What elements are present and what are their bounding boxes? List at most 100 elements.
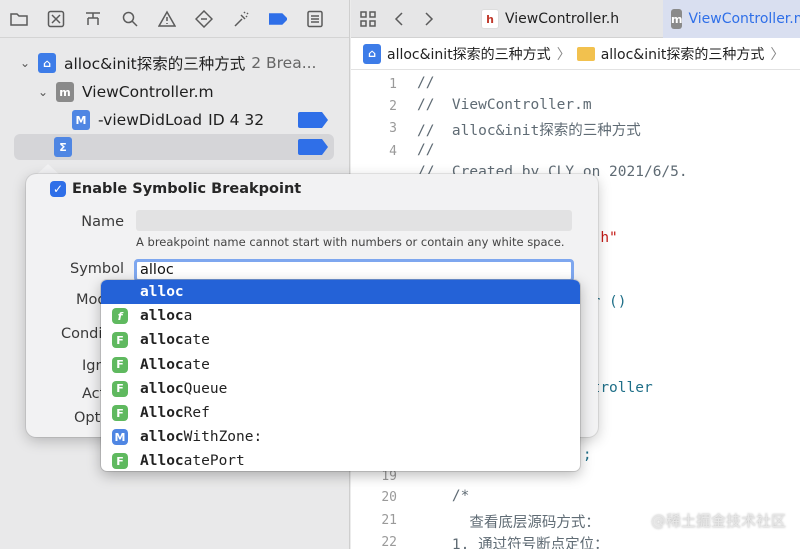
line-number: 22 <box>381 535 397 549</box>
project-row[interactable]: ⌄ ⌂ alloc&init探索的三种方式 2 Brea... <box>0 50 350 76</box>
symbol-label: Symbol <box>69 261 124 277</box>
completion-match-text: alloc <box>140 380 184 397</box>
completion-rest-text: Ref <box>183 405 210 422</box>
search-icon[interactable] <box>119 8 141 30</box>
navigator-toolbar <box>0 0 349 38</box>
line-number: 3 <box>389 121 397 136</box>
completion-rest-text: WithZone: <box>183 429 263 446</box>
code-line: 4 // <box>351 141 800 164</box>
tab-viewcontroller-m[interactable]: m ViewController.m <box>663 0 800 38</box>
watermark: @稀土掘金技术社区 <box>650 512 786 530</box>
completion-rest-text: atePort <box>183 453 245 470</box>
completion-match-text: alloc <box>140 308 184 325</box>
completion-match-text: Alloc <box>140 405 184 422</box>
project-label: alloc&init探索的三种方式 <box>64 55 246 73</box>
completion-match-text: alloc <box>140 284 184 301</box>
completion-rest-text: ate <box>183 332 210 349</box>
symbolic-breakpoint-row[interactable]: Σ <box>0 134 350 160</box>
name-field[interactable] <box>136 210 572 231</box>
function-badge-icon <box>112 284 128 300</box>
completion-match-text: alloc <box>140 429 184 446</box>
method-badge-icon: M <box>112 429 128 446</box>
file-row[interactable]: ⌄ m ViewController.m <box>0 79 350 105</box>
function-badge-icon: F <box>112 332 128 349</box>
warning-icon[interactable] <box>156 8 178 30</box>
sigma-icon: Σ <box>54 137 72 157</box>
line-number: 19 <box>381 469 397 484</box>
code-text: /* <box>417 488 470 504</box>
line-number: 20 <box>381 490 397 505</box>
breadcrumb-item[interactable]: alloc&init探索的三种方式 <box>601 44 765 64</box>
line-number: 1 <box>389 77 397 92</box>
breakpoint-label: -viewDidLoad <box>98 111 203 129</box>
breakpoint-flag-icon[interactable] <box>298 139 328 155</box>
tab-label: ViewController.m <box>688 11 800 27</box>
name-hint: A breakpoint name cannot start with numb… <box>136 235 565 249</box>
tab-viewcontroller-h[interactable]: h ViewController.h <box>481 0 661 38</box>
completion-item[interactable]: f alloc a <box>101 304 580 328</box>
completion-item[interactable]: F Alloc atePort <box>101 449 580 471</box>
completion-match-text: Alloc <box>140 453 184 470</box>
function-badge-icon: f <box>112 308 128 325</box>
chevron-down-icon[interactable]: ⌄ <box>18 56 32 70</box>
line-number: 4 <box>389 144 397 159</box>
test-diamond-icon[interactable] <box>193 8 215 30</box>
function-badge-icon: F <box>112 405 128 422</box>
back-arrow-icon[interactable] <box>389 8 411 30</box>
options-label: Opti <box>74 410 105 426</box>
chevron-down-icon[interactable]: ⌄ <box>36 85 50 99</box>
code-text: 查看底层源码方式： <box>417 515 600 531</box>
function-badge-icon: F <box>112 380 128 397</box>
chevron-right-icon: 〉 <box>556 46 571 63</box>
objc-file-icon: m <box>671 9 683 29</box>
folder-icon[interactable] <box>8 8 30 30</box>
line-number: 21 <box>381 513 397 528</box>
function-badge-icon: F <box>112 356 128 373</box>
hierarchy-icon[interactable] <box>82 8 104 30</box>
completion-match-text: alloc <box>140 332 184 349</box>
project-icon: ⌂ <box>38 53 56 73</box>
forward-arrow-icon[interactable] <box>417 8 439 30</box>
report-icon[interactable] <box>304 8 326 30</box>
breakpoint-location: ID 4 32 <box>208 111 265 129</box>
completion-item[interactable]: Falloc ate <box>101 328 580 352</box>
enable-label: Enable Symbolic Breakpoint <box>72 181 302 197</box>
code-text: // <box>417 142 435 158</box>
completion-item[interactable]: alloc <box>101 280 580 305</box>
objc-file-icon: m <box>56 82 74 102</box>
breakpoint-flag-icon[interactable] <box>298 112 328 128</box>
chevron-right-icon: 〉 <box>770 46 785 63</box>
completion-match-text: Alloc <box>140 356 184 373</box>
code-line: 3 // alloc&init探索的三种方式 <box>351 118 800 141</box>
code-text: // alloc&init探索的三种方式 <box>417 123 641 139</box>
project-icon: ⌂ <box>363 43 381 64</box>
symbol-input[interactable]: alloc <box>134 259 574 282</box>
breakpoint-count: 2 Brea... <box>251 54 317 72</box>
file-label: ViewController.m <box>82 83 214 101</box>
breakpoint-row[interactable]: M -viewDidLoad ID 4 32 <box>0 107 350 133</box>
function-badge-icon: F <box>112 453 128 470</box>
breadcrumb-item[interactable]: alloc&init探索的三种方式 <box>387 44 551 64</box>
code-text: // <box>417 75 435 91</box>
name-label: Name <box>81 214 124 230</box>
method-icon: M <box>72 110 90 130</box>
enable-breakpoint-row[interactable]: ✓ Enable Symbolic Breakpoint <box>50 181 301 197</box>
symbol-completion-list: alloc f alloc a Falloc ate F Alloc ate Falloc Queu… <box>101 280 580 471</box>
completion-rest-text: a <box>183 308 193 325</box>
code-line: 22 1. 通过符号断点定位： <box>351 532 800 549</box>
completion-item[interactable]: Falloc Queue <box>101 377 580 401</box>
code-text: // ViewController.m <box>417 97 592 113</box>
breadcrumb: ⌂ alloc&init探索的三种方式 〉 alloc&init探索的三种方式 … <box>351 38 800 70</box>
completion-item[interactable]: F Alloc ate <box>101 353 580 377</box>
debug-spray-icon[interactable] <box>230 8 252 30</box>
completion-item[interactable]: F Alloc Ref <box>101 401 580 425</box>
enable-checkbox[interactable]: ✓ <box>50 181 66 197</box>
breakpoint-icon[interactable] <box>267 8 289 30</box>
grid-icon[interactable] <box>357 8 379 30</box>
source-control-icon[interactable] <box>45 8 67 30</box>
code-text: 1. 通过符号断点定位： <box>417 537 609 549</box>
completion-item[interactable]: Malloc WithZone: <box>101 425 580 449</box>
code-line: 2 // ViewController.m <box>351 96 800 119</box>
tab-label: ViewController.h <box>505 11 620 27</box>
completion-rest-text: ate <box>183 356 210 373</box>
